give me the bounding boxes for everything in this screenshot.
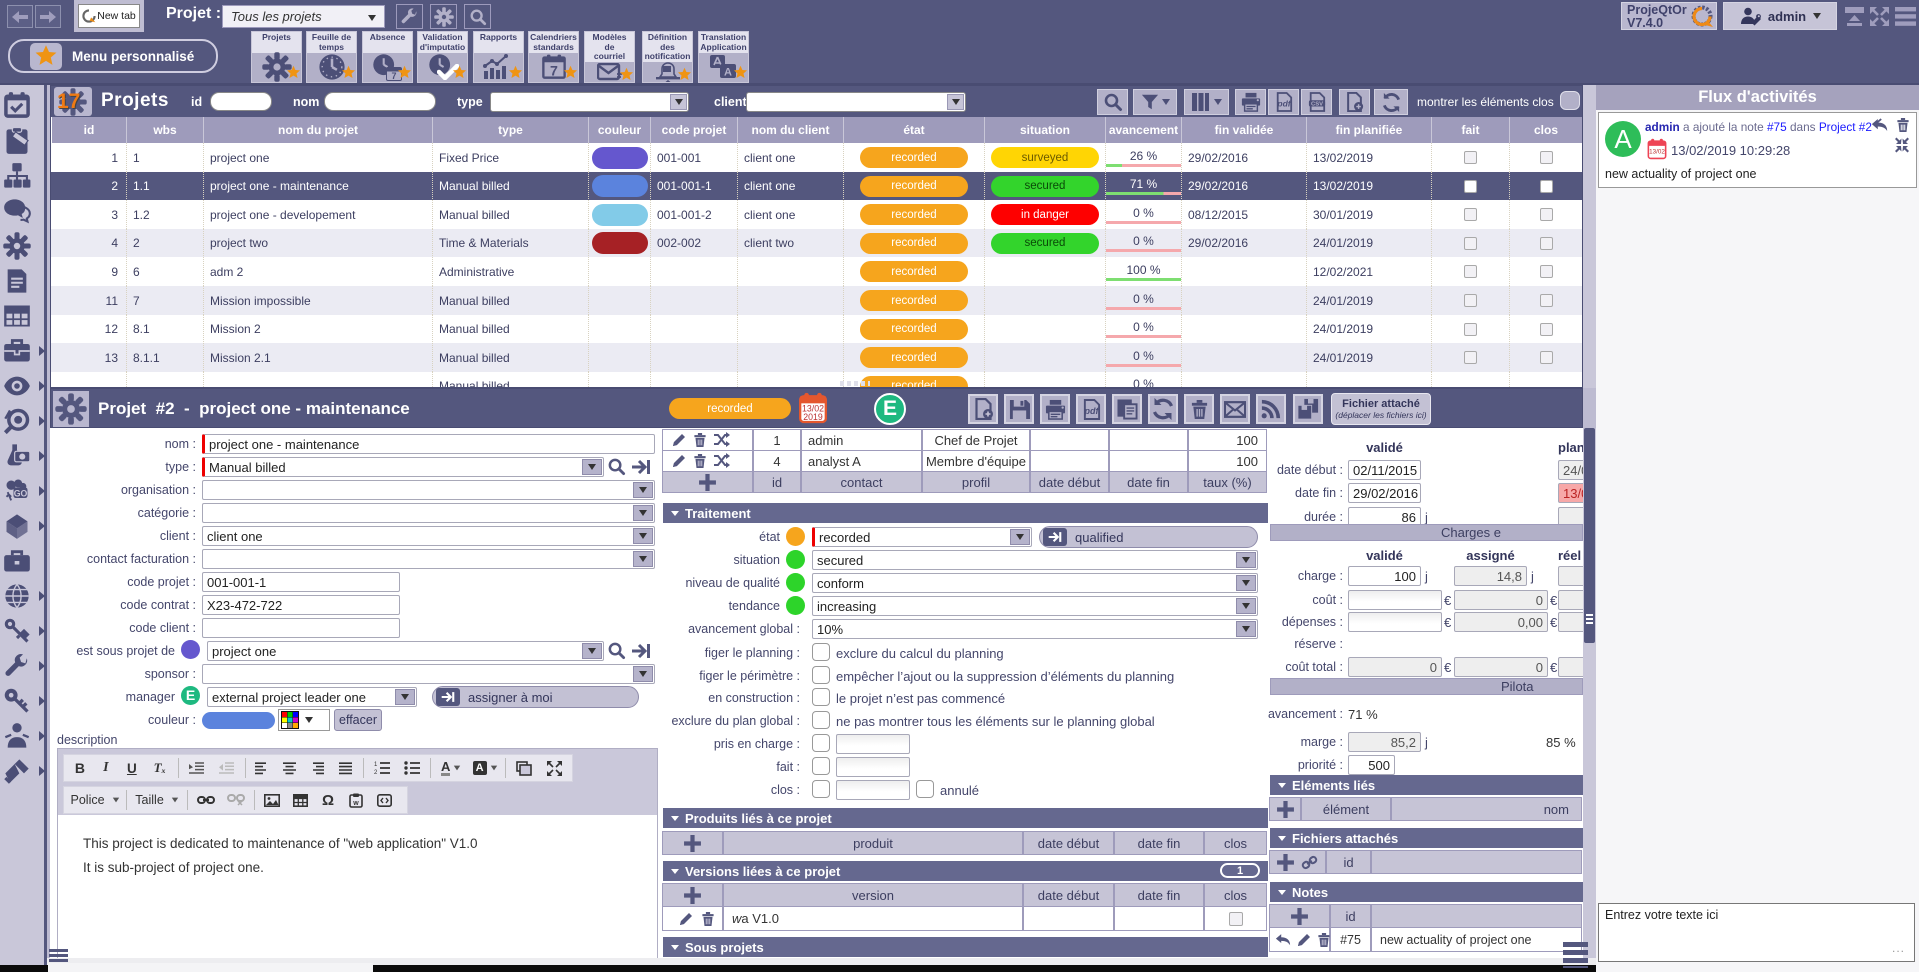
svg-text:13/02: 13/02 bbox=[1649, 149, 1665, 156]
svg-text:w: w bbox=[352, 800, 359, 807]
svg-text:A: A bbox=[724, 67, 732, 79]
svg-text:2019: 2019 bbox=[803, 412, 823, 422]
svg-text:CSV: CSV bbox=[1310, 102, 1322, 108]
svg-text:pdf: pdf bbox=[1083, 406, 1099, 416]
svg-text:7: 7 bbox=[391, 71, 396, 81]
svg-text:pdf: pdf bbox=[1276, 99, 1291, 109]
svg-text:GO: GO bbox=[14, 488, 28, 498]
svg-text:2: 2 bbox=[374, 770, 378, 775]
svg-text:1: 1 bbox=[374, 762, 378, 768]
svg-text:7: 7 bbox=[550, 63, 558, 79]
